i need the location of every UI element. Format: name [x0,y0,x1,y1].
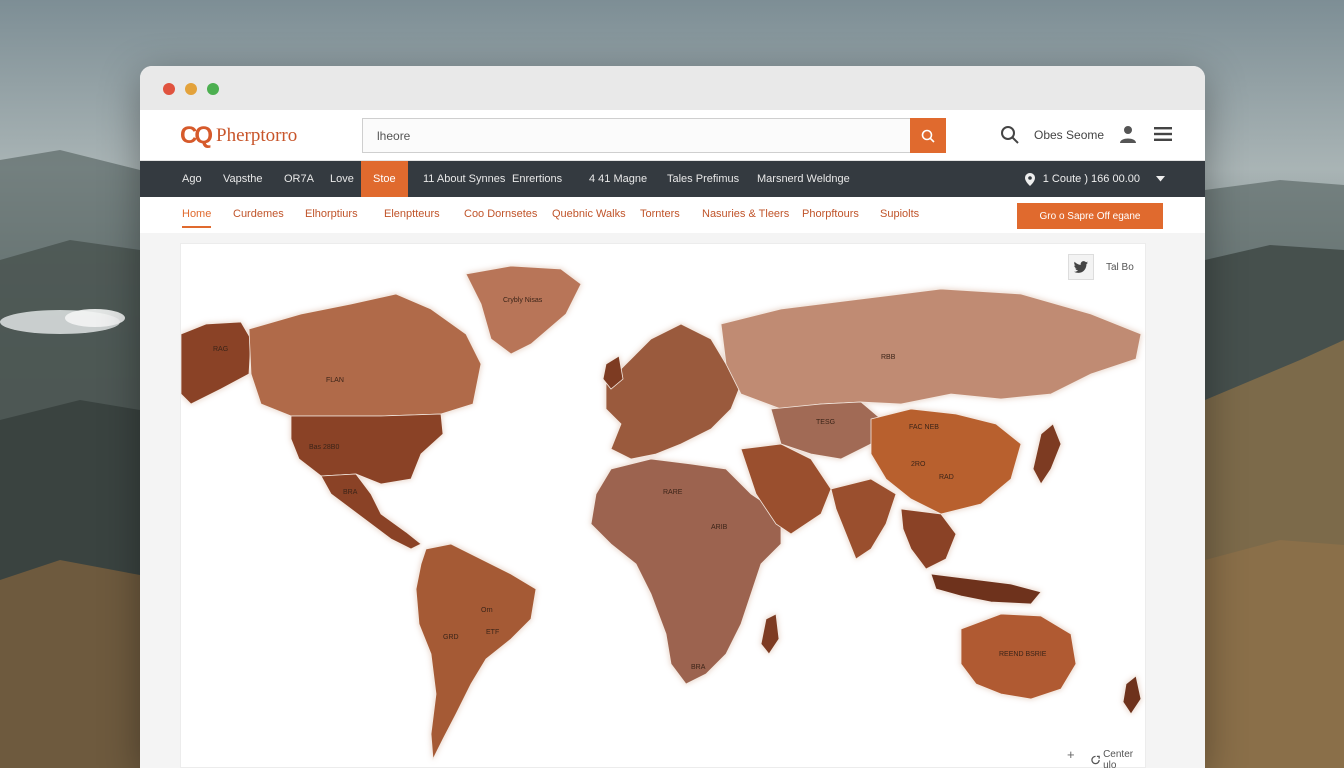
label-central-asia: TESG [816,419,835,426]
label-peru: GRD [443,634,459,641]
label-brazil-b: ETF [486,629,499,636]
menu-button[interactable] [1154,126,1172,147]
label-russia: RBB [881,354,896,361]
subnav-item[interactable]: Quebnic Walks [552,208,626,220]
main-nav: Ago Vapsthe OR7A Love Stoe 11 About Synn… [140,161,1205,197]
world-map-panel[interactable]: RAG FLAN Crybly Nisas Bas 28B0 BRA RBB T… [180,243,1146,768]
region-south-america[interactable] [415,543,537,761]
nav-item-active[interactable]: Stoe [361,161,408,197]
nav-item[interactable]: 11 About Synnes [423,161,505,197]
search-icon [921,129,935,143]
label-africa-central: ARIB [711,524,728,531]
nav-item[interactable]: Love [330,161,354,197]
region-new-zealand[interactable] [1122,675,1142,715]
chevron-down-icon [1156,176,1165,182]
center-view-button[interactable]: Center ulo [1091,749,1145,768]
label-mexico: BRA [343,489,358,496]
region-africa[interactable] [590,458,782,685]
search-input[interactable] [362,118,912,153]
minimize-window-button[interactable] [185,83,197,95]
search-icon [1001,126,1019,144]
nav-item[interactable]: Vapsthe [223,161,263,197]
browser-window: CQ Pherptorro Obes Seome [140,66,1205,768]
region-southeast-asia[interactable] [900,508,957,570]
hamburger-menu-icon [1154,127,1172,141]
location-pin-icon [1024,172,1035,186]
header-search-button[interactable] [1000,125,1020,150]
location-text: 1 Coute ) 166 00.00 [1042,173,1140,185]
label-alaska: RAG [213,346,228,353]
region-mexico[interactable] [320,473,422,550]
title-bar [140,66,1205,110]
center-view-label: Center ulo [1103,749,1134,768]
label-china-right: RAD [939,474,954,481]
region-russia[interactable] [720,288,1142,410]
search-button[interactable] [910,118,946,153]
zoom-in-button[interactable]: + [1067,747,1075,762]
location-selector[interactable]: 1 Coute ) 166 00.00 [1024,161,1165,197]
site-header: CQ Pherptorro Obes Seome [140,110,1205,161]
label-greenland: Crybly Nisas [503,297,543,304]
recenter-icon [1091,755,1100,765]
maximize-window-button[interactable] [207,83,219,95]
logo-mark: CQ [180,122,213,149]
region-indonesia[interactable] [930,573,1042,605]
world-map[interactable]: RAG FLAN Crybly Nisas Bas 28B0 BRA RBB T… [181,244,1147,768]
subnav-item[interactable]: Supiolts [880,208,919,220]
label-china-top: FAC NEB [909,424,939,431]
logo[interactable]: CQ Pherptorro [180,122,297,150]
close-window-button[interactable] [163,83,175,95]
nav-item[interactable]: Marsnerd Weldnge [757,161,850,197]
subnav-item[interactable]: Tornters [640,208,680,220]
region-japan[interactable] [1032,423,1062,485]
label-africa-north: RARE [663,489,683,496]
nav-item[interactable]: Enrertions [512,161,562,197]
label-australia: REEND BSRIE [999,651,1047,658]
account-link[interactable]: Obes Seome [1034,128,1104,142]
nav-item[interactable]: Ago [182,161,202,197]
label-canada: FLAN [326,377,344,384]
nav-item[interactable]: OR7A [284,161,314,197]
cta-button[interactable]: Gro o Sapre Off egane [1017,203,1163,229]
region-india[interactable] [830,478,897,560]
region-greenland[interactable] [465,265,582,355]
nav-item[interactable]: Tales Prefimus [667,161,739,197]
label-china: 2RO [911,461,926,468]
user-button[interactable] [1117,123,1139,150]
subnav-item[interactable]: Curdemes [233,208,284,220]
subnav-item[interactable]: Phorpftours [802,208,859,220]
region-alaska[interactable] [181,321,252,405]
twitter-label[interactable]: Tal Bo [1106,262,1134,273]
subnav-item[interactable]: Elenptteurs [384,208,440,220]
region-canada[interactable] [248,293,482,417]
label-usa: Bas 28B0 [309,444,339,451]
user-icon [1120,126,1136,143]
region-europe[interactable] [605,323,742,460]
subnav-item-active[interactable]: Home [182,208,212,228]
twitter-share-button[interactable] [1068,254,1094,280]
nav-item[interactable]: 4 41 Magne [589,161,647,197]
subnav-item[interactable]: Elhorptiurs [305,208,358,220]
region-madagascar[interactable] [760,613,780,655]
twitter-icon [1074,261,1088,273]
label-south-africa: BRA [691,664,706,671]
label-brazil: Orn [481,607,493,614]
sub-nav: Home Curdemes Elhorptiurs Elenptteurs Co… [140,197,1205,233]
logo-text: Pherptorro [216,125,298,146]
subnav-item[interactable]: Coo Dornsetes [464,208,537,220]
subnav-item[interactable]: Nasuries & Tleers [702,208,789,220]
